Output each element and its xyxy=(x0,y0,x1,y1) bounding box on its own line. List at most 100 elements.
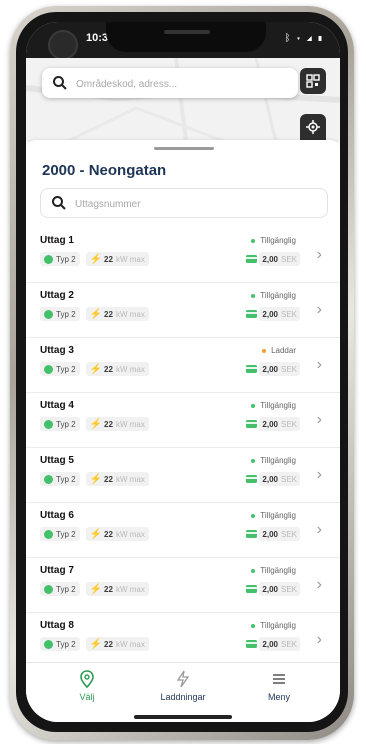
outlet-name: Uttag 6 xyxy=(40,510,74,521)
price-badge: 2,00 SEK xyxy=(259,637,300,651)
power-value: 22 xyxy=(104,419,113,429)
outlet-search-box[interactable] xyxy=(40,188,328,218)
price-value: 2,00 xyxy=(262,364,278,374)
price-currency: SEK xyxy=(280,584,297,594)
chevron-right-icon: › xyxy=(316,466,322,483)
price-info: 2,00 SEK xyxy=(246,472,300,486)
locate-me-button[interactable] xyxy=(300,114,326,140)
price-badge: 2,00 SEK xyxy=(259,307,300,321)
status-dot xyxy=(251,458,256,463)
outlet-name: Uttag 8 xyxy=(40,620,74,631)
connector-type: Typ 2 xyxy=(56,474,76,484)
connector-type-badge: Typ 2 xyxy=(40,307,80,321)
bottom-tab-bar: Välj Laddningar Meny xyxy=(26,662,340,722)
outlet-row[interactable]: Uttag 3 Typ 2 ⚡ 22 kW max Laddar 2,00 SE… xyxy=(26,338,340,393)
plug-type-icon xyxy=(44,584,53,594)
connector-type: Typ 2 xyxy=(56,529,76,539)
price-currency: SEK xyxy=(280,474,297,484)
search-icon xyxy=(53,76,67,90)
connector-type: Typ 2 xyxy=(56,364,76,374)
chevron-right-icon: › xyxy=(316,631,322,648)
speaker-grille xyxy=(164,30,210,34)
price-value: 2,00 xyxy=(262,529,278,539)
outlet-name: Uttag 7 xyxy=(40,565,74,576)
outlet-status: Laddar xyxy=(262,346,296,355)
power-value: 22 xyxy=(104,474,113,484)
connector-type: Typ 2 xyxy=(56,254,76,264)
connector-info: Typ 2 ⚡ 22 kW max xyxy=(40,582,149,596)
price-value: 2,00 xyxy=(262,474,278,484)
price-currency: SEK xyxy=(280,254,297,264)
outlet-status: Tillgänglig xyxy=(251,236,296,245)
outlet-status: Tillgänglig xyxy=(251,511,296,520)
connector-type: Typ 2 xyxy=(56,639,76,649)
outlet-status: Tillgänglig xyxy=(251,401,296,410)
outlet-row[interactable]: Uttag 7 Typ 2 ⚡ 22 kW max Tillgänglig 2,… xyxy=(26,558,340,613)
tab-laddningar[interactable]: Laddningar xyxy=(138,669,228,702)
power-unit: kW max xyxy=(115,419,145,429)
plug-type-icon xyxy=(44,529,53,539)
plug-type-icon xyxy=(44,474,53,484)
plug-type-icon xyxy=(44,309,53,319)
chevron-right-icon: › xyxy=(316,246,322,263)
station-title: 2000 - Neongatan xyxy=(42,162,167,179)
tab-label: Välj xyxy=(79,692,95,702)
outlet-search-input[interactable] xyxy=(73,194,317,214)
power-unit: kW max xyxy=(115,584,145,594)
price-currency: SEK xyxy=(280,529,297,539)
outlet-row[interactable]: Uttag 2 Typ 2 ⚡ 22 kW max Tillgänglig 2,… xyxy=(26,283,340,338)
connector-type-badge: Typ 2 xyxy=(40,582,80,596)
status-bar: 10:3 ᛒ ▾ ◢ ▮ xyxy=(26,22,340,60)
outlet-name: Uttag 2 xyxy=(40,290,74,301)
status-text: Tillgänglig xyxy=(260,621,296,630)
outlet-row[interactable]: Uttag 6 Typ 2 ⚡ 22 kW max Tillgänglig 2,… xyxy=(26,503,340,558)
area-search-box[interactable] xyxy=(42,68,298,98)
qr-code-icon xyxy=(306,74,320,88)
status-text: Tillgänglig xyxy=(260,291,296,300)
app-screen: 10:3 ᛒ ▾ ◢ ▮ Områdeskod, adress... 2000 … xyxy=(26,22,340,722)
connector-info: Typ 2 ⚡ 22 kW max xyxy=(40,637,149,651)
area-search-input[interactable] xyxy=(74,74,288,94)
sheet-drag-handle[interactable] xyxy=(154,147,214,150)
status-time: 10:3 xyxy=(86,32,109,44)
price-badge: 2,00 SEK xyxy=(259,252,300,266)
price-info: 2,00 SEK xyxy=(246,307,300,321)
outlet-name: Uttag 5 xyxy=(40,455,74,466)
tab-label: Meny xyxy=(267,692,290,702)
payment-card-icon xyxy=(246,585,258,593)
tab-label: Laddningar xyxy=(160,692,206,702)
price-badge: 2,00 SEK xyxy=(259,527,300,541)
status-text: Tillgänglig xyxy=(260,236,296,245)
plug-type-icon xyxy=(44,419,53,429)
power-badge: ⚡ 22 kW max xyxy=(85,637,149,651)
connector-type-badge: Typ 2 xyxy=(40,252,80,266)
outlet-name: Uttag 3 xyxy=(40,345,74,356)
price-value: 2,00 xyxy=(262,254,278,264)
status-text: Laddar xyxy=(271,346,296,355)
outlet-status: Tillgänglig xyxy=(251,291,296,300)
outlet-row[interactable]: Uttag 8 Typ 2 ⚡ 22 kW max Tillgänglig 2,… xyxy=(26,613,340,668)
status-dot xyxy=(251,403,256,408)
power-badge: ⚡ 22 kW max xyxy=(85,307,149,321)
chevron-right-icon: › xyxy=(316,411,322,428)
notch xyxy=(106,22,266,52)
outlet-row[interactable]: Uttag 4 Typ 2 ⚡ 22 kW max Tillgänglig 2,… xyxy=(26,393,340,448)
status-dot xyxy=(251,568,256,573)
tab-meny[interactable]: Meny xyxy=(234,669,324,702)
price-info: 2,00 SEK xyxy=(246,362,300,376)
tab-valj[interactable]: Välj xyxy=(42,669,132,702)
payment-card-icon xyxy=(246,475,258,483)
connector-info: Typ 2 ⚡ 22 kW max xyxy=(40,527,149,541)
power-value: 22 xyxy=(104,529,113,539)
wifi-icon: ▾ xyxy=(295,33,303,44)
power-badge: ⚡ 22 kW max xyxy=(85,582,149,596)
outlet-row[interactable]: Uttag 1 Typ 2 ⚡ 22 kW max Tillgänglig 2,… xyxy=(26,228,340,283)
price-info: 2,00 SEK xyxy=(246,417,300,431)
price-badge: 2,00 SEK xyxy=(259,472,300,486)
connector-info: Typ 2 ⚡ 22 kW max xyxy=(40,252,149,266)
outlet-row[interactable]: Uttag 5 Typ 2 ⚡ 22 kW max Tillgänglig 2,… xyxy=(26,448,340,503)
power-value: 22 xyxy=(104,639,113,649)
qr-scan-button[interactable] xyxy=(300,68,326,94)
price-currency: SEK xyxy=(280,419,297,429)
power-badge: ⚡ 22 kW max xyxy=(85,527,149,541)
